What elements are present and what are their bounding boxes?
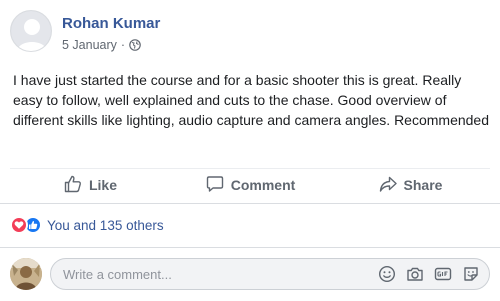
- comment-composer: [10, 258, 490, 290]
- post-date[interactable]: 5 January: [62, 37, 117, 53]
- reaction-count[interactable]: You and 135 others: [47, 218, 164, 233]
- post-meta: Rohan Kumar 5 January ·: [62, 10, 160, 53]
- share-button[interactable]: Share: [330, 169, 490, 201]
- comment-input[interactable]: [63, 266, 369, 282]
- comment-tools: [369, 264, 481, 284]
- comment-box: [50, 258, 490, 290]
- comment-icon: [205, 174, 231, 197]
- divider: [0, 247, 500, 248]
- comment-label: Comment: [230, 177, 296, 193]
- sticker-icon[interactable]: [461, 264, 481, 284]
- emoji-icon[interactable]: [377, 264, 397, 284]
- gif-icon[interactable]: [433, 264, 453, 284]
- camera-icon[interactable]: [405, 264, 425, 284]
- separator-dot: ·: [120, 38, 126, 52]
- post-actions: Like Comment Share: [10, 169, 490, 201]
- share-arrow-icon: [378, 174, 404, 197]
- like-button[interactable]: Like: [10, 169, 170, 201]
- post-header: Rohan Kumar 5 January ·: [10, 10, 160, 58]
- post-body: I have just started the course and for a…: [13, 72, 490, 128]
- commenter-avatar[interactable]: [10, 258, 42, 290]
- globe-icon[interactable]: [129, 39, 141, 51]
- facebook-post: Rohan Kumar 5 January · I have just star…: [0, 0, 500, 301]
- reactions-summary[interactable]: You and 135 others: [10, 215, 164, 235]
- share-label: Share: [403, 177, 443, 193]
- like-label: Like: [88, 177, 117, 193]
- divider: [0, 203, 500, 204]
- author-name[interactable]: Rohan Kumar: [62, 15, 160, 33]
- comment-button[interactable]: Comment: [170, 169, 330, 201]
- thumbs-up-icon: [63, 174, 89, 197]
- love-reaction-icon: [10, 216, 28, 234]
- post-subline: 5 January ·: [62, 37, 160, 53]
- author-avatar[interactable]: [10, 10, 52, 52]
